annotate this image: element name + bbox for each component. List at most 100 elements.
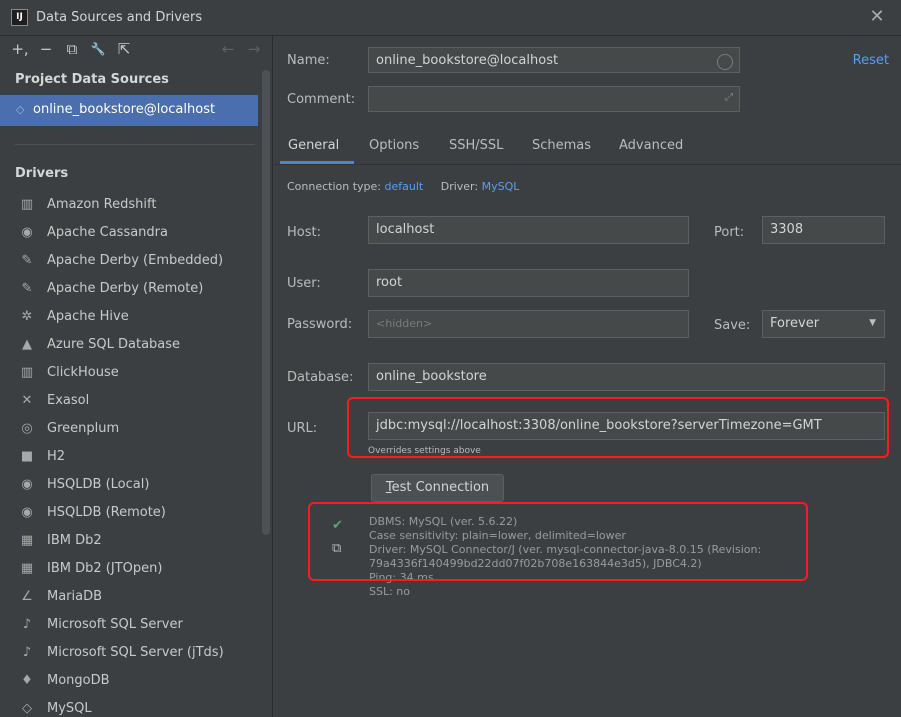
mariadb-icon: ∠	[21, 589, 33, 604]
drivers-heading: Drivers	[15, 166, 69, 181]
driver-label: MongoDB	[47, 673, 110, 688]
driver-item-hsqldb-remote[interactable]: ◉ HSQLDB (Remote)	[0, 499, 258, 527]
ibm-icon: ▦	[20, 533, 34, 548]
password-field[interactable]: <hidden>	[368, 310, 689, 338]
driver-label: HSQLDB (Remote)	[47, 505, 166, 520]
test-button-label: est Connection	[391, 480, 490, 495]
user-field[interactable]: root	[368, 269, 689, 297]
driver-item-azure-sql-database[interactable]: ▲ Azure SQL Database	[0, 331, 258, 359]
driver-label: Greenplum	[47, 421, 120, 436]
result-line-driver: Driver: MySQL Connector/J (ver. mysql-co…	[369, 543, 762, 556]
amazon-redshift-icon: ▥	[20, 197, 34, 212]
driver-label: Amazon Redshift	[47, 197, 157, 212]
result-line-case: Case sensitivity: plain=lower, delimited…	[369, 529, 626, 542]
tab-options[interactable]: Options	[369, 138, 419, 153]
hsqldb-icon: ◉	[21, 477, 33, 492]
close-icon[interactable]: ✕	[867, 7, 887, 27]
datasource-icon: ◇	[16, 103, 25, 116]
database-label: Database:	[287, 370, 354, 385]
driver-item-ibm-db2[interactable]: ▦ IBM Db2	[0, 527, 258, 555]
driver-item-amazon-redshift[interactable]: ▥ Amazon Redshift	[0, 191, 258, 219]
test-connection-button[interactable]: Test Connection	[371, 474, 504, 502]
ibm-icon: ▦	[20, 561, 34, 576]
driver-item-mssql-jtds[interactable]: ♪ Microsoft SQL Server (jTds)	[0, 639, 258, 667]
h2-icon: ■	[20, 449, 34, 464]
database-field[interactable]: online_bookstore	[368, 363, 885, 391]
tab-general[interactable]: General	[288, 138, 339, 153]
copy-icon[interactable]: ⧉	[332, 541, 341, 556]
reset-link[interactable]: Reset	[853, 53, 889, 68]
window-title: Data Sources and Drivers	[36, 10, 203, 25]
project-item-label: online_bookstore@localhost	[33, 102, 216, 117]
driver-label: HSQLDB (Local)	[47, 477, 150, 492]
driver-item-apache-derby-remote[interactable]: ✎ Apache Derby (Remote)	[0, 275, 258, 303]
tab-advanced[interactable]: Advanced	[619, 138, 683, 153]
project-data-sources-heading: Project Data Sources	[15, 72, 169, 87]
mssql-icon: ♪	[22, 617, 32, 632]
driver-label: MariaDB	[47, 589, 103, 604]
driver-item-greenplum[interactable]: ◎ Greenplum	[0, 415, 258, 443]
user-label: User:	[287, 276, 321, 291]
remove-icon[interactable]: −	[36, 39, 56, 59]
driver-link[interactable]: MySQL	[482, 180, 520, 193]
duplicate-icon[interactable]: ⧉	[62, 39, 82, 59]
driver-item-clickhouse[interactable]: ▥ ClickHouse	[0, 359, 258, 387]
host-field[interactable]: localhost	[368, 216, 689, 244]
driver-item-mysql[interactable]: ◇ MySQL	[0, 695, 258, 717]
mssql-icon: ♪	[22, 645, 32, 660]
driver-label: Driver:	[440, 180, 479, 193]
tabs-divider	[274, 164, 901, 165]
url-field[interactable]: jdbc:mysql://localhost:3308/online_books…	[368, 412, 885, 440]
forward-arrow-icon[interactable]: →	[244, 39, 264, 59]
add-icon[interactable]: +,	[10, 39, 30, 59]
name-field[interactable]: online_bookstore@localhost	[368, 47, 740, 73]
driver-item-h2[interactable]: ■ H2	[0, 443, 258, 471]
mysql-icon: ◇	[22, 701, 32, 716]
port-field[interactable]: 3308	[762, 216, 885, 244]
dropdown-arrow-icon: ▼	[869, 318, 876, 328]
comment-label: Comment:	[287, 92, 356, 107]
color-circle-icon[interactable]	[717, 54, 733, 70]
driver-label: ClickHouse	[47, 365, 119, 380]
cassandra-icon: ◉	[21, 225, 33, 240]
mongodb-icon: ♦	[21, 673, 33, 688]
connection-type-label: Connection type:	[287, 180, 382, 193]
driver-item-apache-cassandra[interactable]: ◉ Apache Cassandra	[0, 219, 258, 247]
derby-icon: ✎	[21, 253, 33, 268]
sidebar: +, − ⧉ 🔧 ⇱ ← → Project Data Sources ◇ on…	[0, 36, 273, 717]
url-label: URL:	[287, 421, 318, 436]
connection-type-link[interactable]: default	[385, 180, 424, 193]
name-value: online_bookstore@localhost	[376, 53, 559, 68]
driver-label: Microsoft SQL Server (jTds)	[47, 645, 224, 660]
driver-item-apache-derby-embedded[interactable]: ✎ Apache Derby (Embedded)	[0, 247, 258, 275]
driver-label: H2	[47, 449, 66, 464]
tab-schemas[interactable]: Schemas	[532, 138, 591, 153]
hive-icon: ✲	[21, 309, 33, 324]
project-item-online-bookstore[interactable]: ◇ online_bookstore@localhost	[0, 95, 258, 126]
back-arrow-icon[interactable]: ←	[218, 39, 238, 59]
driver-label: Exasol	[47, 393, 90, 408]
driver-item-mariadb[interactable]: ∠ MariaDB	[0, 583, 258, 611]
connection-info: Connection type: default Driver: MySQL	[287, 180, 519, 193]
wrench-icon[interactable]: 🔧	[88, 39, 108, 59]
result-line-revision: 79a4336f140499bd22dd07f02b708e163844e3d5…	[369, 557, 702, 570]
driver-item-mssql[interactable]: ♪ Microsoft SQL Server	[0, 611, 258, 639]
tab-ssh-ssl[interactable]: SSH/SSL	[449, 138, 503, 153]
overrides-note: Overrides settings above	[368, 446, 481, 456]
comment-field[interactable]: ⤢	[368, 86, 740, 112]
driver-item-apache-hive[interactable]: ✲ Apache Hive	[0, 303, 258, 331]
make-global-icon[interactable]: ⇱	[114, 39, 134, 59]
driver-item-hsqldb-local[interactable]: ◉ HSQLDB (Local)	[0, 471, 258, 499]
sidebar-scrollbar-thumb[interactable]	[262, 70, 270, 535]
hsqldb-icon: ◉	[21, 505, 33, 520]
driver-item-ibm-db2-jtopen[interactable]: ▦ IBM Db2 (JTOpen)	[0, 555, 258, 583]
expand-icon[interactable]: ⤢	[725, 91, 733, 105]
azure-icon: ▲	[22, 337, 32, 352]
sidebar-divider	[15, 144, 255, 145]
driver-label: Apache Derby (Embedded)	[47, 253, 224, 268]
driver-item-mongodb[interactable]: ♦ MongoDB	[0, 667, 258, 695]
driver-item-exasol[interactable]: ✕ Exasol	[0, 387, 258, 415]
title-bar: IJ Data Sources and Drivers ✕	[0, 0, 901, 36]
save-select[interactable]: Forever ▼	[762, 310, 885, 338]
driver-label: Apache Derby (Remote)	[47, 281, 204, 296]
